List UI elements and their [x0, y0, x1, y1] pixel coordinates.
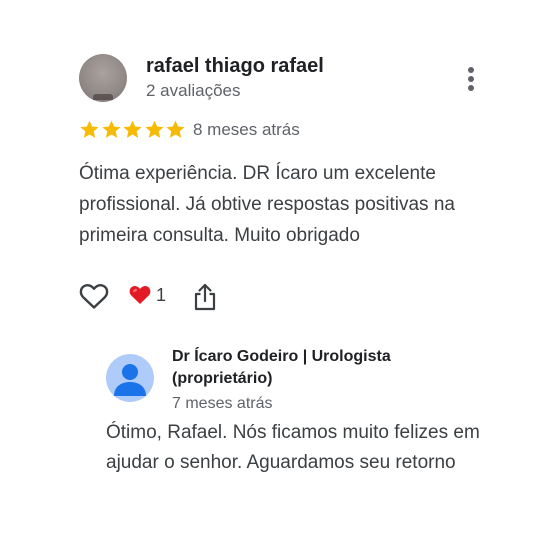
star-icon	[80, 120, 99, 138]
like-button[interactable]	[79, 282, 109, 310]
owner-response-time: 7 meses atrás	[172, 395, 273, 412]
share-icon	[194, 283, 216, 311]
reviewer-avatar[interactable]	[79, 54, 127, 102]
red-heart-emoji-icon	[129, 286, 151, 304]
owner-avatar[interactable]	[106, 354, 154, 402]
star-icon	[166, 120, 185, 138]
star-icon	[144, 120, 164, 138]
reaction-count: 1	[156, 285, 167, 305]
heart-outline-icon	[79, 284, 109, 309]
share-button[interactable]	[192, 282, 218, 312]
owner-response-text: Ótimo, Rafael. Nós ficamos muito felizes…	[106, 422, 480, 473]
person-icon	[114, 364, 146, 396]
reaction-summary[interactable]: 1	[129, 284, 166, 306]
star-icon	[101, 120, 121, 138]
more-options-button[interactable]	[459, 64, 483, 94]
reviewer-review-count: 2 avaliações	[146, 81, 241, 100]
star-icon	[123, 120, 142, 138]
reviewer-name[interactable]: rafael thiago rafael	[146, 55, 324, 78]
review-time: 8 meses atrás	[193, 120, 300, 139]
owner-name[interactable]: Dr Ícaro Godeiro | Urologista (proprietá…	[172, 346, 432, 390]
more-vert-icon	[468, 67, 474, 91]
review-text: Ótima experiência. DR Ícaro um excelente…	[79, 163, 455, 246]
star-rating	[79, 119, 187, 141]
